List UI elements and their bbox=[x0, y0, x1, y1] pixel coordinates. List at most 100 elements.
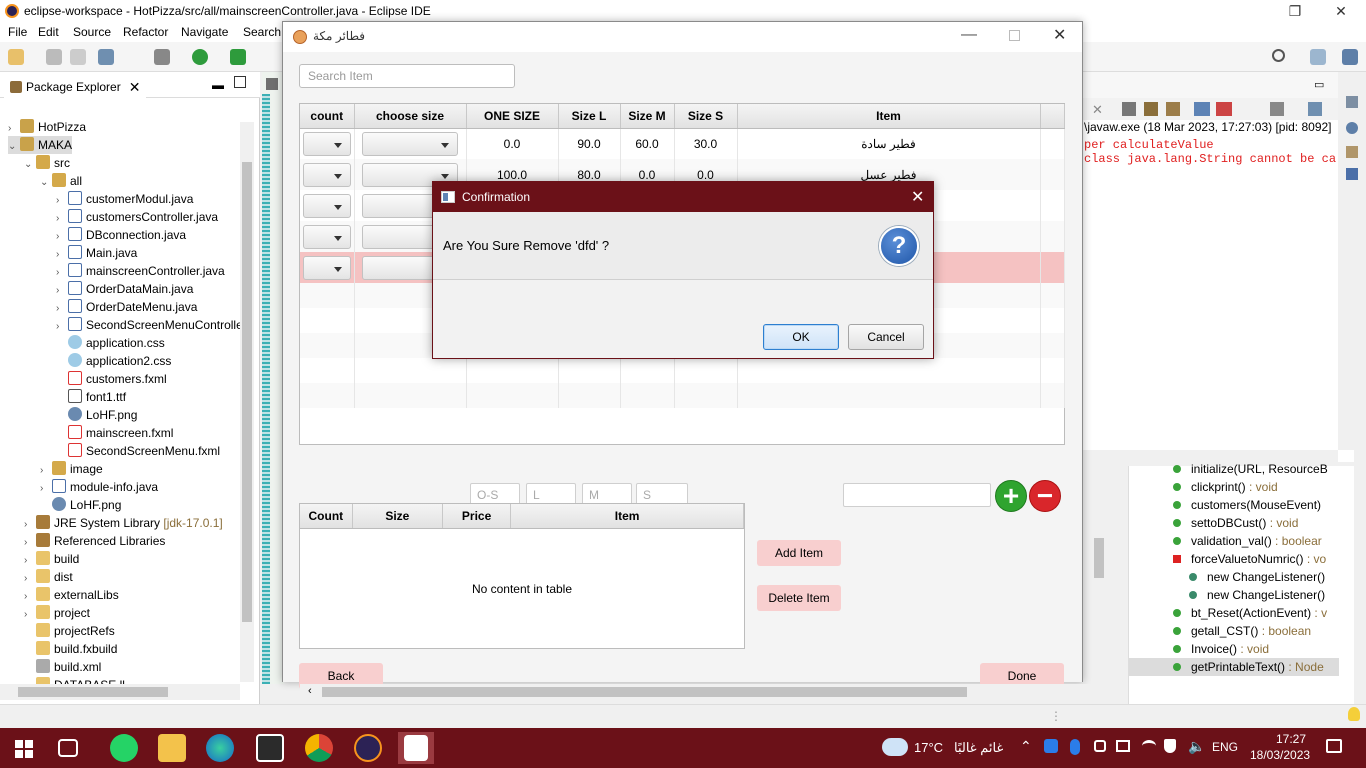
col-count[interactable]: count bbox=[300, 104, 355, 129]
notifications-icon[interactable] bbox=[1326, 739, 1342, 753]
pin-console-icon[interactable] bbox=[1122, 102, 1136, 116]
pizza-app-taskbar-icon[interactable] bbox=[398, 732, 434, 764]
outline-item[interactable]: forceValuetoNumric() : vo bbox=[1129, 550, 1339, 568]
col-size-l[interactable]: Size L bbox=[558, 104, 621, 129]
minimize-icon[interactable]: — bbox=[961, 26, 977, 44]
tree-item[interactable]: › image bbox=[40, 460, 103, 478]
weather-temp[interactable]: 17°C bbox=[914, 740, 943, 755]
col-choose-size[interactable]: choose size bbox=[354, 104, 467, 129]
tablet-icon[interactable] bbox=[1116, 740, 1130, 752]
tree-item[interactable]: application.css bbox=[56, 334, 165, 352]
col-order-size[interactable]: Size bbox=[352, 504, 443, 529]
menu-edit[interactable]: Edit bbox=[38, 25, 59, 39]
tree-item[interactable]: mainscreen.fxml bbox=[56, 424, 173, 442]
choose-size-cell[interactable] bbox=[354, 358, 467, 383]
terminate-icon[interactable] bbox=[1216, 102, 1232, 116]
outline-item[interactable]: initialize(URL, ResourceB bbox=[1129, 460, 1339, 478]
scrollbar-thumb[interactable] bbox=[1094, 538, 1104, 578]
input-language[interactable]: ENG bbox=[1212, 740, 1238, 754]
tip-bulb-icon[interactable] bbox=[1348, 707, 1360, 721]
editor-hscrollbar[interactable]: ‹ bbox=[300, 684, 1090, 700]
tree-item[interactable]: ⌄ MAKA bbox=[8, 136, 73, 154]
count-combobox[interactable] bbox=[302, 162, 351, 187]
outline-item[interactable]: getall_CST() : boolean bbox=[1129, 622, 1339, 640]
restore-icon[interactable]: ❐ bbox=[1272, 0, 1318, 22]
remove-row-button[interactable]: − bbox=[1029, 480, 1061, 512]
ok-button[interactable]: OK bbox=[763, 324, 839, 350]
tree-item[interactable]: customers.fxml bbox=[56, 370, 167, 388]
task-view-icon[interactable] bbox=[58, 739, 78, 757]
col-order-count[interactable]: Count bbox=[300, 504, 353, 529]
outline-item[interactable]: new ChangeListener() bbox=[1129, 568, 1339, 586]
add-row-button[interactable]: + bbox=[995, 480, 1027, 512]
chevron-up-icon[interactable]: ⌃ bbox=[1020, 738, 1032, 755]
close-icon[interactable]: ✕ bbox=[911, 187, 924, 207]
tree-item[interactable]: SecondScreenMenu.fxml bbox=[56, 442, 220, 460]
tree-item[interactable]: › DBconnection.java bbox=[56, 226, 186, 244]
outline-view-icon[interactable] bbox=[1346, 96, 1358, 108]
choose-size-cell[interactable] bbox=[354, 128, 467, 159]
word-wrap-icon[interactable] bbox=[1166, 102, 1180, 116]
run-config-icon[interactable] bbox=[230, 49, 246, 65]
choose-size-cell[interactable] bbox=[354, 383, 467, 408]
search-input[interactable] bbox=[299, 64, 515, 88]
delete-item-button[interactable]: Delete Item bbox=[757, 585, 841, 611]
scrollbar-thumb[interactable] bbox=[242, 162, 252, 622]
maximize-icon[interactable] bbox=[234, 76, 246, 88]
close-icon[interactable]: ✕ bbox=[1053, 25, 1066, 45]
outline-item[interactable]: settoDBCust() : void bbox=[1129, 514, 1339, 532]
col-item[interactable]: Item bbox=[737, 104, 1041, 129]
col-order-price[interactable]: Price bbox=[442, 504, 512, 529]
chrome-icon[interactable] bbox=[305, 734, 333, 762]
package-explorer-scrollbar[interactable] bbox=[240, 122, 254, 682]
count-cell[interactable] bbox=[300, 128, 355, 159]
count-cell[interactable] bbox=[300, 308, 355, 333]
count-cell[interactable] bbox=[300, 283, 355, 308]
tree-item[interactable]: › customersController.java bbox=[56, 208, 218, 226]
weather-icon[interactable] bbox=[882, 738, 908, 756]
start-button[interactable] bbox=[10, 734, 38, 762]
cancel-button[interactable]: Cancel bbox=[848, 324, 924, 350]
security-shield-icon[interactable] bbox=[1164, 739, 1176, 753]
tree-item[interactable]: ⌄ all bbox=[40, 172, 82, 190]
items-table-row[interactable] bbox=[300, 358, 1065, 383]
close-tab-icon[interactable]: ✕ bbox=[129, 79, 141, 96]
tree-item[interactable]: › mainscreenController.java bbox=[56, 262, 225, 280]
count-combobox[interactable] bbox=[302, 193, 351, 218]
hscroll-thumb[interactable] bbox=[322, 687, 967, 697]
count-cell[interactable] bbox=[300, 333, 355, 358]
bluetooth-icon[interactable] bbox=[1070, 739, 1080, 755]
maximize-icon[interactable] bbox=[1009, 30, 1020, 41]
outline-item[interactable]: Invoice() : void bbox=[1129, 640, 1339, 658]
clock-date[interactable]: 18/03/2023 bbox=[1250, 748, 1310, 762]
tree-item[interactable]: › SecondScreenMenuControlle bbox=[56, 316, 243, 334]
close-icon[interactable]: ✕ bbox=[1318, 0, 1364, 22]
whatsapp-icon[interactable] bbox=[110, 734, 138, 762]
menu-navigate[interactable]: Navigate bbox=[181, 25, 228, 39]
package-explorer-tab[interactable]: Package Explorer ✕ bbox=[4, 76, 147, 98]
scroll-left-icon[interactable]: ‹ bbox=[308, 685, 312, 697]
open-perspective-icon[interactable] bbox=[1310, 49, 1326, 65]
tree-item[interactable]: font1.ttf bbox=[56, 388, 126, 406]
save-all-icon[interactable] bbox=[70, 49, 86, 65]
tree-item[interactable]: build.xml bbox=[24, 658, 101, 676]
tree-item[interactable]: ⌄ src bbox=[24, 154, 70, 172]
add-item-button[interactable]: Add Item bbox=[757, 540, 841, 566]
tree-item[interactable]: › HotPizza bbox=[8, 118, 86, 136]
new-console-icon[interactable] bbox=[1308, 102, 1322, 116]
clock-time[interactable]: 17:27 bbox=[1276, 732, 1306, 746]
count-cell[interactable] bbox=[300, 159, 355, 190]
tree-item[interactable]: LoHF.png bbox=[56, 406, 137, 424]
count-cell[interactable] bbox=[300, 358, 355, 383]
count-cell[interactable] bbox=[300, 252, 355, 283]
save-icon[interactable] bbox=[46, 49, 62, 65]
tree-expand-icon[interactable]: ⌄ bbox=[40, 174, 52, 192]
col-size-m[interactable]: Size M bbox=[620, 104, 675, 129]
outline-item[interactable]: validation_val() : boolear bbox=[1129, 532, 1339, 550]
count-cell[interactable] bbox=[300, 190, 355, 221]
tree-item[interactable]: build.fxbuild bbox=[24, 640, 117, 658]
tree-item[interactable]: › OrderDateMenu.java bbox=[56, 298, 197, 316]
outline-item[interactable]: bt_Reset(ActionEvent) : v bbox=[1129, 604, 1339, 622]
run-icon[interactable] bbox=[192, 49, 208, 65]
size-combobox[interactable] bbox=[362, 131, 458, 156]
